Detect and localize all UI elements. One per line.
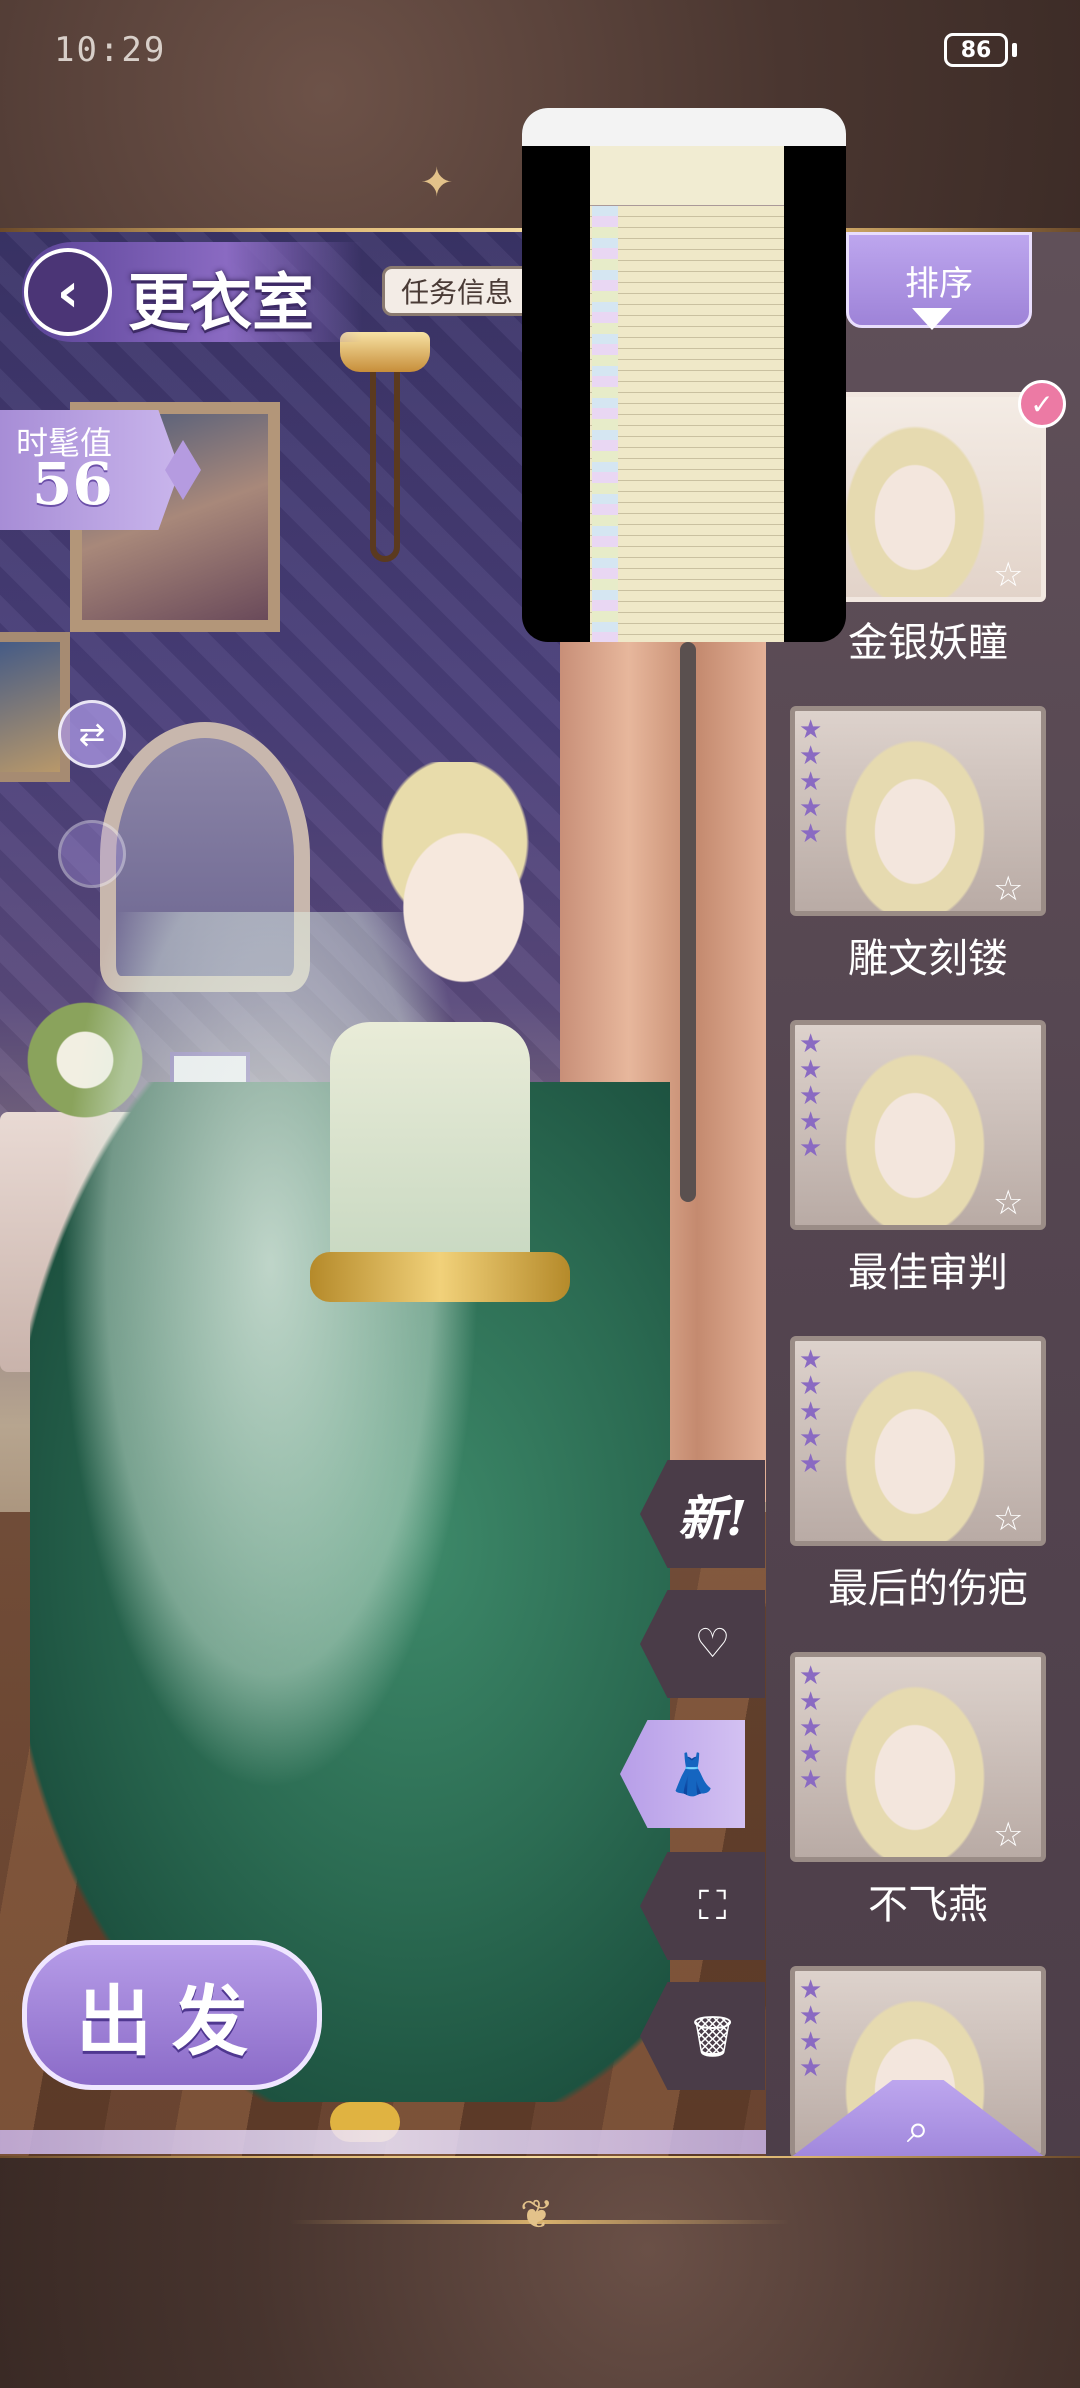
star-icon[interactable]: ☆	[993, 1183, 1023, 1223]
item-name: 最佳审判	[848, 1250, 1008, 1296]
bubble-icon[interactable]	[58, 820, 126, 888]
status-time: 10:29	[54, 30, 167, 70]
spreadsheet-color-column	[592, 206, 618, 642]
rarity-stars-icon: ★ ★ ★ ★ ★	[799, 715, 823, 849]
back-button[interactable]: ‹	[24, 248, 112, 336]
spreadsheet-thumbnail	[590, 146, 784, 642]
spreadsheet-rows	[590, 206, 784, 642]
fashion-value: 56	[32, 450, 113, 518]
expand-icon: ⛶	[698, 1883, 727, 1929]
floating-preview-window[interactable]	[522, 108, 846, 642]
floating-window-titlebar[interactable]	[522, 108, 846, 146]
item-card[interactable]: ★ ★ ★ ★ ★ ☆	[790, 1336, 1046, 1546]
item-portrait	[835, 1673, 995, 1857]
star-icon[interactable]: ☆	[993, 869, 1023, 909]
depart-button[interactable]: 出发	[22, 1940, 322, 2090]
item-portrait	[835, 727, 995, 911]
item-portrait	[835, 1357, 995, 1541]
item-card[interactable]: ★ ★ ★ ★ ★ ☆	[790, 1652, 1046, 1862]
battery-tip-icon	[1012, 43, 1017, 57]
rarity-stars-icon: ★ ★ ★ ★ ★	[799, 1661, 823, 1795]
search-icon: ⌕	[906, 2106, 930, 2152]
bottom-ornament-icon: ❦	[520, 2192, 554, 2238]
item-name: 最后的伤疤	[828, 1566, 1028, 1612]
heart-icon: ♡	[694, 1621, 731, 1667]
item-portrait	[835, 413, 995, 597]
star-icon[interactable]: ☆	[993, 1815, 1023, 1855]
item-name: 不飞燕	[868, 1882, 988, 1928]
swap-icon[interactable]: ⇄	[58, 700, 126, 768]
page-title: 更衣室	[128, 266, 315, 339]
scroll-handle[interactable]	[680, 642, 696, 1202]
chevron-left-icon: ‹	[56, 260, 80, 324]
star-icon[interactable]: ☆	[993, 1499, 1023, 1539]
dress-icon: 👗	[667, 1751, 718, 1798]
new-label: 新!	[677, 1491, 748, 1547]
rarity-stars-icon: ★ ★ ★ ★ ★	[799, 1029, 823, 1163]
rarity-stars-icon: ★ ★ ★ ★ ★	[799, 1345, 823, 1479]
check-icon: ✓	[1018, 380, 1066, 428]
bottom-vine-border	[0, 2130, 766, 2154]
character-belt	[310, 1252, 570, 1302]
trash-icon: 🗑	[687, 2013, 738, 2060]
wall-lamp-arm	[370, 372, 400, 562]
top-ornament-icon: ✦	[420, 160, 454, 206]
item-card[interactable]: ★ ★ ★ ★ ★ ☆	[790, 1020, 1046, 1230]
character-face	[370, 792, 540, 1002]
wall-painting-small	[0, 632, 70, 782]
battery-indicator: 86	[944, 33, 1008, 67]
item-portrait	[835, 1041, 995, 1225]
character-bodice	[330, 1022, 530, 1282]
item-name: 雕文刻镂	[848, 936, 1008, 982]
star-icon[interactable]: ☆	[993, 555, 1023, 595]
spreadsheet-header	[590, 146, 784, 206]
item-card[interactable]: ★ ★ ★ ★ ★ ☆	[790, 706, 1046, 916]
task-info-button[interactable]: 任务信息	[382, 266, 532, 316]
sort-arrow-icon	[912, 308, 952, 330]
rarity-stars-icon: ★ ★ ★ ★	[799, 1975, 823, 2083]
